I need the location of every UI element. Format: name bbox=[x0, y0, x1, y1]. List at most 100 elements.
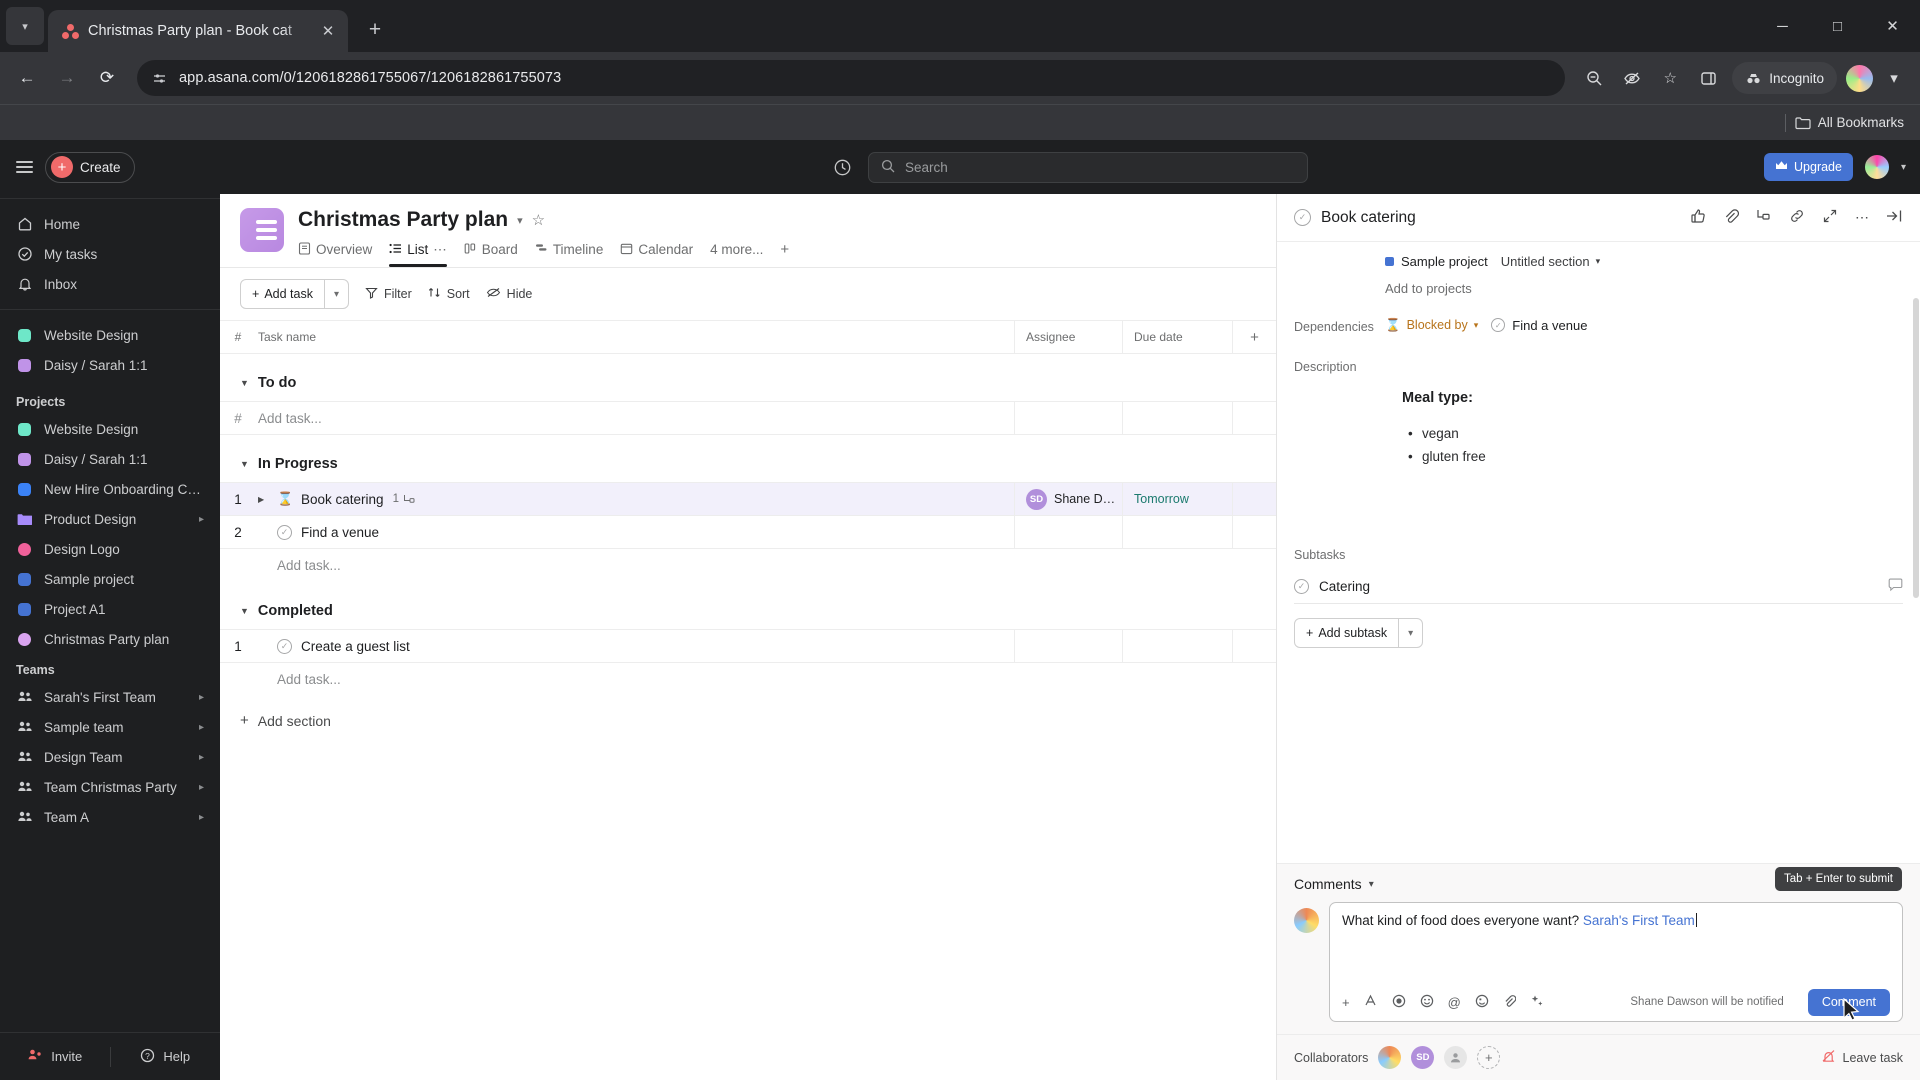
chevron-down-icon[interactable]: ▾ bbox=[1369, 879, 1374, 890]
project-chip[interactable]: Sample project bbox=[1385, 254, 1488, 269]
blocked-by-task[interactable]: ✓ Find a venue bbox=[1491, 318, 1587, 333]
record-icon[interactable] bbox=[1392, 994, 1406, 1011]
attachment-icon[interactable] bbox=[1723, 208, 1740, 227]
comment-text[interactable]: What kind of food does everyone want? Sa… bbox=[1330, 903, 1902, 983]
address-bar[interactable]: app.asana.com/0/1206182861755067/1206182… bbox=[137, 60, 1566, 96]
assignee-cell[interactable]: SD Shane Daws... bbox=[1014, 482, 1122, 516]
close-window-button[interactable]: ✕ bbox=[1865, 0, 1920, 52]
comment-bubble-icon[interactable] bbox=[1888, 578, 1903, 595]
due-cell[interactable] bbox=[1122, 401, 1232, 435]
new-tab-button[interactable]: + bbox=[358, 13, 392, 47]
check-circle-icon[interactable]: ✓ bbox=[277, 524, 292, 540]
maximize-button[interactable]: □ bbox=[1810, 0, 1865, 52]
detail-scrollbar[interactable] bbox=[1913, 298, 1919, 598]
attach-file-icon[interactable] bbox=[1503, 994, 1517, 1011]
mark-complete-icon[interactable]: ✓ bbox=[1294, 209, 1311, 226]
sidebar-item-team-a[interactable]: Team A ▸ bbox=[0, 802, 220, 832]
favorite-star-icon[interactable]: ☆ bbox=[532, 211, 545, 229]
table-row[interactable]: 2 ✓ Find a venue bbox=[220, 515, 1276, 549]
chevron-right-icon[interactable]: ▸ bbox=[199, 812, 204, 823]
due-cell[interactable]: Tomorrow bbox=[1122, 482, 1232, 516]
add-to-projects-button[interactable]: Add to projects bbox=[1385, 281, 1472, 296]
avatar[interactable] bbox=[1444, 1046, 1468, 1069]
recents-clock-icon[interactable] bbox=[832, 157, 852, 177]
sidebar-item-design-logo[interactable]: Design Logo bbox=[0, 534, 220, 564]
assignee-cell[interactable] bbox=[1014, 515, 1122, 549]
hide-button[interactable]: Hide bbox=[486, 286, 532, 302]
sidebar-item-team-christmas-party[interactable]: Team Christmas Party ▸ bbox=[0, 772, 220, 802]
task-name[interactable]: Book catering bbox=[301, 492, 384, 507]
site-settings-icon[interactable] bbox=[151, 70, 168, 87]
incognito-indicator[interactable]: Incognito bbox=[1732, 62, 1837, 94]
sidebar-item-daisy-sarah-fav[interactable]: Daisy / Sarah 1:1 bbox=[0, 350, 220, 380]
sidebar-item-inbox[interactable]: Inbox bbox=[0, 269, 220, 299]
forward-button[interactable]: → bbox=[49, 60, 85, 96]
chevron-right-icon[interactable]: ▸ bbox=[199, 782, 204, 793]
section-header-completed[interactable]: ▼ Completed bbox=[220, 592, 1276, 630]
upgrade-button[interactable]: Upgrade bbox=[1764, 153, 1853, 181]
tab-timeline[interactable]: Timeline bbox=[535, 242, 603, 267]
sidebar-item-christmas-party-plan[interactable]: Christmas Party plan bbox=[0, 624, 220, 654]
sidebar-item-sample-project[interactable]: Sample project bbox=[0, 564, 220, 594]
column-due-date[interactable]: Due date bbox=[1122, 321, 1232, 353]
tab-more[interactable]: 4 more... bbox=[710, 242, 763, 266]
close-tab-icon[interactable]: ✕ bbox=[318, 21, 338, 41]
ai-sparkle-icon[interactable] bbox=[1530, 994, 1544, 1011]
check-circle-icon[interactable]: ✓ bbox=[277, 638, 292, 654]
avatar[interactable] bbox=[1378, 1046, 1402, 1069]
bookmark-star-icon[interactable]: ☆ bbox=[1653, 61, 1687, 95]
tab-list[interactable]: List ⋯ bbox=[389, 242, 447, 267]
tab-more-icon[interactable]: ⋯ bbox=[433, 242, 447, 258]
chevron-down-icon[interactable]: ▾ bbox=[1901, 162, 1906, 173]
chevron-down-icon[interactable]: ▼ bbox=[240, 606, 249, 616]
table-row[interactable]: 1 ▶ ⌛ Book catering 1 SD Shane Daw Tomor… bbox=[220, 482, 1276, 516]
add-tab-button[interactable]: + bbox=[780, 241, 789, 267]
add-subtask-button[interactable]: + Add subtask ▾ bbox=[1294, 618, 1424, 648]
search-input[interactable]: Search bbox=[868, 151, 1308, 183]
close-panel-icon[interactable] bbox=[1886, 209, 1903, 226]
sort-button[interactable]: Sort bbox=[428, 286, 470, 302]
description-body[interactable]: Meal type: vegan gluten free bbox=[1277, 380, 1920, 464]
add-attachment-plus-icon[interactable]: + bbox=[1342, 995, 1350, 1010]
section-select[interactable]: Untitled section ▾ bbox=[1501, 254, 1600, 269]
subtask-row[interactable]: ✓ Catering bbox=[1294, 570, 1903, 604]
tab-overview[interactable]: Overview bbox=[298, 241, 372, 267]
column-task-name[interactable]: Task name bbox=[256, 330, 1014, 344]
add-task-row[interactable]: Add task... bbox=[220, 549, 1276, 582]
chevron-right-icon[interactable]: ▸ bbox=[199, 722, 204, 733]
chevron-right-icon[interactable]: ▸ bbox=[199, 514, 204, 525]
add-task-placeholder[interactable]: Add task... bbox=[256, 411, 1014, 426]
project-menu-chevron-icon[interactable]: ▾ bbox=[517, 214, 523, 227]
sidebar-item-design-team[interactable]: Design Team ▸ bbox=[0, 742, 220, 772]
create-button[interactable]: + Create bbox=[45, 151, 135, 183]
table-row[interactable]: 1 ✓ Create a guest list bbox=[220, 629, 1276, 663]
comment-submit-button[interactable]: Comment bbox=[1807, 988, 1890, 1016]
sidebar-item-new-hire-onboarding[interactable]: New Hire Onboarding Ch... bbox=[0, 474, 220, 504]
comment-input[interactable]: What kind of food does everyone want? Sa… bbox=[1329, 867, 1903, 1022]
expand-subtasks-icon[interactable]: ▶ bbox=[258, 495, 268, 504]
add-task-row[interactable]: Add task... bbox=[220, 663, 1276, 696]
sidebar-item-daisy-sarah[interactable]: Daisy / Sarah 1:1 bbox=[0, 444, 220, 474]
sidebar-item-my-tasks[interactable]: My tasks bbox=[0, 239, 220, 269]
add-section-button[interactable]: + Add section bbox=[220, 696, 1276, 729]
sidebar-item-product-design[interactable]: Product Design ▸ bbox=[0, 504, 220, 534]
add-task-dropdown-icon[interactable]: ▾ bbox=[323, 280, 348, 308]
sidebar-item-project-a1[interactable]: Project A1 bbox=[0, 594, 220, 624]
sidebar-item-sample-team[interactable]: Sample team ▸ bbox=[0, 712, 220, 742]
all-bookmarks-button[interactable]: All Bookmarks bbox=[1795, 115, 1904, 130]
browser-tab[interactable]: Christmas Party plan - Book cat ✕ bbox=[48, 10, 348, 52]
avatar[interactable]: SD bbox=[1411, 1046, 1435, 1069]
sidebar-item-sarahs-first-team[interactable]: Sarah's First Team ▸ bbox=[0, 682, 220, 712]
add-task-button[interactable]: + Add task ▾ bbox=[240, 279, 349, 309]
add-collaborator-button[interactable]: + bbox=[1477, 1046, 1501, 1069]
tab-calendar[interactable]: Calendar bbox=[620, 242, 693, 267]
add-task-placeholder[interactable]: Add task... bbox=[256, 672, 1014, 687]
chevron-down-icon[interactable]: ▼ bbox=[240, 378, 249, 388]
emoji-icon[interactable] bbox=[1420, 994, 1434, 1011]
assignee-cell[interactable] bbox=[1014, 629, 1122, 663]
filter-button[interactable]: Filter bbox=[365, 286, 412, 302]
section-header-in-progress[interactable]: ▼ In Progress bbox=[220, 445, 1276, 483]
user-avatar[interactable] bbox=[1862, 153, 1891, 181]
minimize-button[interactable]: ─ bbox=[1755, 0, 1810, 52]
subtask-icon[interactable] bbox=[1756, 209, 1772, 226]
